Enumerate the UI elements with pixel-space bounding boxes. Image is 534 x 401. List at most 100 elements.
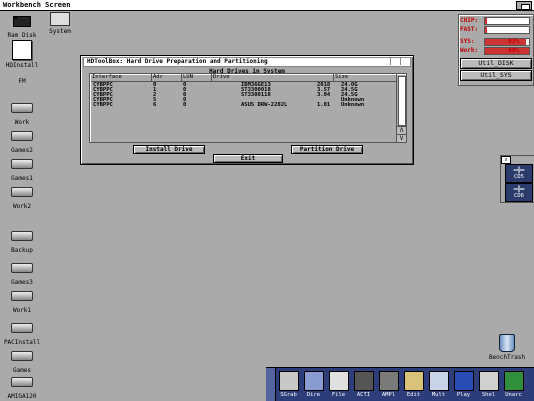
dock-label: Edit xyxy=(406,392,421,398)
work-usage-label: Work: xyxy=(460,47,479,54)
drive-list[interactable]: Interface Adr LUN Drive Size CYBPPC 0 0 … xyxy=(89,73,407,143)
fast-mem-bar xyxy=(484,26,530,34)
desktop-icon-games1[interactable]: Games1 xyxy=(0,156,44,182)
hdtoolbox-window[interactable]: HDToolBox: Hard Drive Preparation and Pa… xyxy=(80,55,414,165)
work-usage-value: 99% xyxy=(508,47,519,54)
cell-interface: CYBPPC xyxy=(93,102,113,108)
bench-trash-icon[interactable]: BenchTrash xyxy=(484,334,530,361)
dock-label: File xyxy=(331,392,346,398)
dock-label: Shel xyxy=(481,392,496,398)
play-icon xyxy=(453,371,474,391)
icon-label: AMIGA120 xyxy=(7,393,37,400)
column-header-lun[interactable]: LUN xyxy=(181,74,193,81)
cell-lun: 0 xyxy=(183,102,187,108)
list-scrollbar[interactable]: Λ V xyxy=(396,74,406,142)
cell-size: Unknown xyxy=(341,102,365,108)
dock-item-acti[interactable]: ACTI xyxy=(351,368,376,401)
drive-icon xyxy=(11,377,33,391)
computer-icon xyxy=(49,12,71,26)
util-disk-button[interactable]: Util_DISK xyxy=(460,58,532,69)
cd5-drive-button[interactable]: ═╬═ CD5 xyxy=(505,164,533,183)
scroll-knob[interactable] xyxy=(398,76,406,126)
workbench-title-bar[interactable]: Workbench Screen xyxy=(0,0,534,11)
dock-item-edit[interactable]: Edit xyxy=(401,368,426,401)
dock-label: Mult xyxy=(431,392,446,398)
cd6-drive-button[interactable]: ═╬═ CD6 xyxy=(505,183,533,202)
dock-label: Play xyxy=(456,392,471,398)
install-drive-button[interactable]: Install Drive xyxy=(133,145,205,154)
sys-usage-bar: 93% xyxy=(484,38,530,46)
dock-label: Unarc xyxy=(505,392,522,398)
drive-icon xyxy=(11,159,33,173)
cell-drive: ASUS DRW-2202L xyxy=(241,102,288,108)
exit-button[interactable]: Exit xyxy=(213,154,283,163)
app-dock: SGrab Dire File ACTI AMPl Edit Mult Play… xyxy=(266,367,534,401)
directory-icon xyxy=(303,371,324,391)
desktop-icon-work1[interactable]: Work1 xyxy=(0,288,44,314)
cd-drive-icon: ═╬═ xyxy=(513,167,525,174)
column-header-drive[interactable]: Drive xyxy=(211,74,230,81)
sys-usage-label: SYS: xyxy=(460,38,475,45)
icon-label: PACInstall xyxy=(3,339,41,346)
depth-gadget-icon[interactable] xyxy=(400,58,410,65)
util-sys-button[interactable]: Util_SYS xyxy=(460,70,532,81)
screen-title: Workbench Screen xyxy=(3,1,71,9)
screen-grab-icon xyxy=(278,371,299,391)
desktop-icon-work[interactable]: Work xyxy=(0,100,44,126)
work-usage-bar: 99% xyxy=(484,47,530,55)
drive-row[interactable]: CYBPPC 6 0 ASUS DRW-2202L 1.01 Unknown xyxy=(91,102,396,108)
scroll-up-icon[interactable]: Λ xyxy=(397,126,406,134)
desktop-icon-games3[interactable]: Games3 xyxy=(0,260,44,286)
sys-usage-value: 93% xyxy=(508,38,519,45)
dock-item-mult[interactable]: Mult xyxy=(426,368,451,401)
fast-mem-label: FAST: xyxy=(460,26,479,33)
column-header-size[interactable]: Size xyxy=(333,74,348,81)
dock-item-ampl[interactable]: AMPl xyxy=(376,368,401,401)
list-header: Interface Adr LUN Drive Size xyxy=(91,74,396,82)
column-header-interface[interactable]: Interface xyxy=(91,74,122,81)
icon-label: Games2 xyxy=(11,147,33,154)
icon-label: Work2 xyxy=(12,203,32,210)
cell-revision: 1.01 xyxy=(317,102,331,108)
icon-label: System xyxy=(49,28,71,35)
dock-item-unarc[interactable]: Unarc xyxy=(501,368,526,401)
drive-icon xyxy=(11,131,33,145)
chip-icon xyxy=(11,16,33,30)
desktop-icon-pacinstall[interactable]: PACInstall xyxy=(0,320,44,346)
drive-icon xyxy=(11,103,33,117)
column-header-adr[interactable]: Adr xyxy=(151,74,163,81)
dock-item-sgrab[interactable]: SGrab xyxy=(276,368,301,401)
desktop-icon-hdinstall[interactable]: HDInstall xyxy=(0,40,44,69)
archive-icon xyxy=(503,371,524,391)
trash-can-icon xyxy=(499,334,515,352)
dock-handle[interactable] xyxy=(266,368,276,401)
dock-item-play[interactable]: Play xyxy=(451,368,476,401)
panel-close-icon[interactable]: x xyxy=(501,156,511,164)
desktop-icon-system[interactable]: System xyxy=(38,12,82,35)
dock-item-dire[interactable]: Dire xyxy=(301,368,326,401)
zoom-gadget-icon[interactable] xyxy=(390,58,400,65)
icon-label: Backup xyxy=(11,247,33,254)
speaker-icon xyxy=(378,371,399,391)
trash-label: BenchTrash xyxy=(488,354,526,361)
icon-label: Games1 xyxy=(11,175,33,182)
dock-item-shel[interactable]: Shel xyxy=(476,368,501,401)
cd-drive-icon: ═╬═ xyxy=(513,186,525,193)
desktop-icon-games2[interactable]: Games2 xyxy=(0,128,44,154)
desktop-icon-games[interactable]: Games xyxy=(0,348,44,374)
desktop-icon-work2[interactable]: Work2 xyxy=(0,184,44,210)
desktop-icon-fm[interactable]: FM xyxy=(0,76,44,85)
desktop-icon-backup[interactable]: Backup xyxy=(0,228,44,254)
window-title-bar[interactable]: HDToolBox: Hard Drive Preparation and Pa… xyxy=(83,57,411,67)
desktop-icon-amiga120[interactable]: AMIGA120 xyxy=(0,374,44,400)
scroll-down-icon[interactable]: V xyxy=(397,134,406,142)
file-icon xyxy=(328,371,349,391)
cd5-label: CD5 xyxy=(514,174,524,180)
drive-icon xyxy=(11,263,33,277)
partition-drive-button[interactable]: Partition Drive xyxy=(291,145,363,154)
dock-item-file[interactable]: File xyxy=(326,368,351,401)
cd-drive-panel: x ═╬═ CD5 ═╬═ CD6 xyxy=(500,155,534,203)
icon-label: HDInstall xyxy=(5,62,39,69)
screen-depth-gadget[interactable] xyxy=(516,1,532,10)
cell-adr: 6 xyxy=(153,102,157,108)
